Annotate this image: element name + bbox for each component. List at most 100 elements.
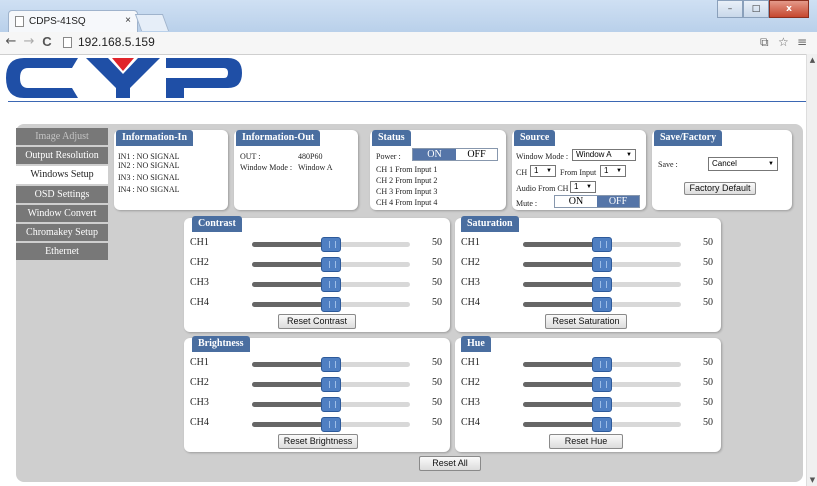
slider-fill [523,302,602,307]
contrast-slider-ch3[interactable] [252,277,410,292]
brightness-slider-ch4[interactable] [252,417,410,432]
slider-handle[interactable] [592,277,612,292]
factory-default-button[interactable]: Factory Default [684,182,756,195]
saturation-slider-ch3[interactable] [523,277,681,292]
out-value: 480P60 [298,152,323,161]
saturation-slider-ch2[interactable] [523,257,681,272]
page-info-icon[interactable] [63,37,72,48]
hue-slider-ch1[interactable] [523,357,681,372]
sidebar-item-image-adjust[interactable]: Image Adjust [16,128,108,147]
slider-handle[interactable] [321,257,341,272]
status-line: CH 2 From Input 2 [376,176,438,185]
info-out-title: Information-Out [236,130,321,146]
slider-handle[interactable] [592,237,612,252]
forward-icon[interactable]: → [22,34,36,49]
slider-handle[interactable] [592,357,612,372]
slider-handle[interactable] [592,397,612,412]
window-mode-select[interactable]: Window A ▼ [572,149,636,161]
ch-select[interactable]: 1 ▼ [530,165,556,177]
slider-handle[interactable] [321,297,341,312]
bookmark-star-icon[interactable]: ☆ [778,35,789,49]
sidebar-item-windows-setup[interactable]: Windows Setup [16,166,108,186]
window-controls: – □ x [717,0,809,18]
contrast-panel: Contrast Reset Contrast CH1 50 CH2 50 CH3 50 C… [184,216,450,332]
maximize-button[interactable]: □ [743,0,769,18]
slider-value: 50 [703,257,713,268]
slider-handle[interactable] [321,277,341,292]
slider-handle[interactable] [321,357,341,372]
contrast-title: Contrast [192,216,242,232]
reset-all-button[interactable]: Reset All [419,456,481,471]
slider-fill [523,262,602,267]
slider-handle[interactable] [592,257,612,272]
mute-toggle[interactable]: ON OFF [554,195,640,208]
mute-on-option[interactable]: ON [555,196,597,207]
brightness-slider-ch1[interactable] [252,357,410,372]
power-on-option[interactable]: ON [413,149,456,160]
back-icon[interactable]: ← [4,34,18,49]
sidebar-item-ethernet[interactable]: Ethernet [16,243,108,262]
reset-hue-button[interactable]: Reset Hue [549,434,623,449]
hue-slider-ch2[interactable] [523,377,681,392]
reset-contrast-button[interactable]: Reset Contrast [278,314,356,329]
slider-handle[interactable] [321,397,341,412]
contrast-slider-ch1[interactable] [252,237,410,252]
slider-fill [523,402,602,407]
slider-handle[interactable] [321,417,341,432]
translate-icon[interactable]: ⧉ [760,35,769,50]
audio-ch-select[interactable]: 1 ▼ [570,181,596,193]
saturation-slider-ch4[interactable] [523,297,681,312]
slider-handle[interactable] [592,377,612,392]
slider-value: 50 [703,397,713,408]
channel-label: CH2 [461,257,480,268]
slider-value: 50 [703,357,713,368]
browser-tab[interactable]: CDPS-41SQ × [8,10,138,33]
power-label: Power : [376,152,401,161]
audio-from-ch-label: Audio From CH [516,184,569,193]
slider-fill [252,402,331,407]
save-select[interactable]: Cancel ▼ [708,157,778,171]
slider-handle[interactable] [592,417,612,432]
channel-label: CH1 [190,357,209,368]
page-scrollbar[interactable]: ▲ ▼ [806,54,817,486]
from-input-select[interactable]: 1 ▼ [600,165,626,177]
scroll-down-icon[interactable]: ▼ [807,476,817,484]
new-tab-button[interactable] [134,14,170,31]
browser-toolbar: ← → C 192.168.5.159 ⧉ ☆ ≡ [0,32,817,55]
close-window-button[interactable]: x [769,0,809,18]
slider-fill [523,382,602,387]
minimize-button[interactable]: – [717,0,743,18]
out-label: OUT : [240,152,261,161]
power-off-option[interactable]: OFF [456,149,497,160]
hue-slider-ch4[interactable] [523,417,681,432]
window-mode-value: Window A [298,163,333,172]
sidebar-item-chromakey-setup[interactable]: Chromakey Setup [16,224,108,243]
address-bar[interactable]: 192.168.5.159 [78,35,155,49]
channel-label: CH2 [461,377,480,388]
sidebar-item-window-convert[interactable]: Window Convert [16,205,108,224]
power-toggle[interactable]: ON OFF [412,148,498,161]
sidebar-item-output-resolution[interactable]: Output Resolution [16,147,108,166]
contrast-slider-ch4[interactable] [252,297,410,312]
mute-off-option[interactable]: OFF [597,196,639,207]
scroll-up-icon[interactable]: ▲ [807,56,817,64]
tab-close-icon[interactable]: × [125,15,131,26]
slider-fill [523,422,602,427]
reset-saturation-button[interactable]: Reset Saturation [545,314,627,329]
slider-handle[interactable] [321,377,341,392]
channel-label: CH3 [461,397,480,408]
hue-slider-ch3[interactable] [523,397,681,412]
slider-fill [523,242,602,247]
save-factory-panel: Save/Factory Save : Cancel ▼ Factory Defa… [652,130,792,210]
menu-icon[interactable]: ≡ [797,35,807,49]
brightness-slider-ch3[interactable] [252,397,410,412]
hue-panel: Hue Reset Hue CH1 50 CH2 50 CH3 50 CH4 50 [455,336,721,452]
slider-handle[interactable] [321,237,341,252]
brightness-slider-ch2[interactable] [252,377,410,392]
reload-icon[interactable]: C [40,34,54,49]
reset-brightness-button[interactable]: Reset Brightness [278,434,358,449]
sidebar-item-osd-settings[interactable]: OSD Settings [16,186,108,205]
slider-handle[interactable] [592,297,612,312]
saturation-slider-ch1[interactable] [523,237,681,252]
contrast-slider-ch2[interactable] [252,257,410,272]
